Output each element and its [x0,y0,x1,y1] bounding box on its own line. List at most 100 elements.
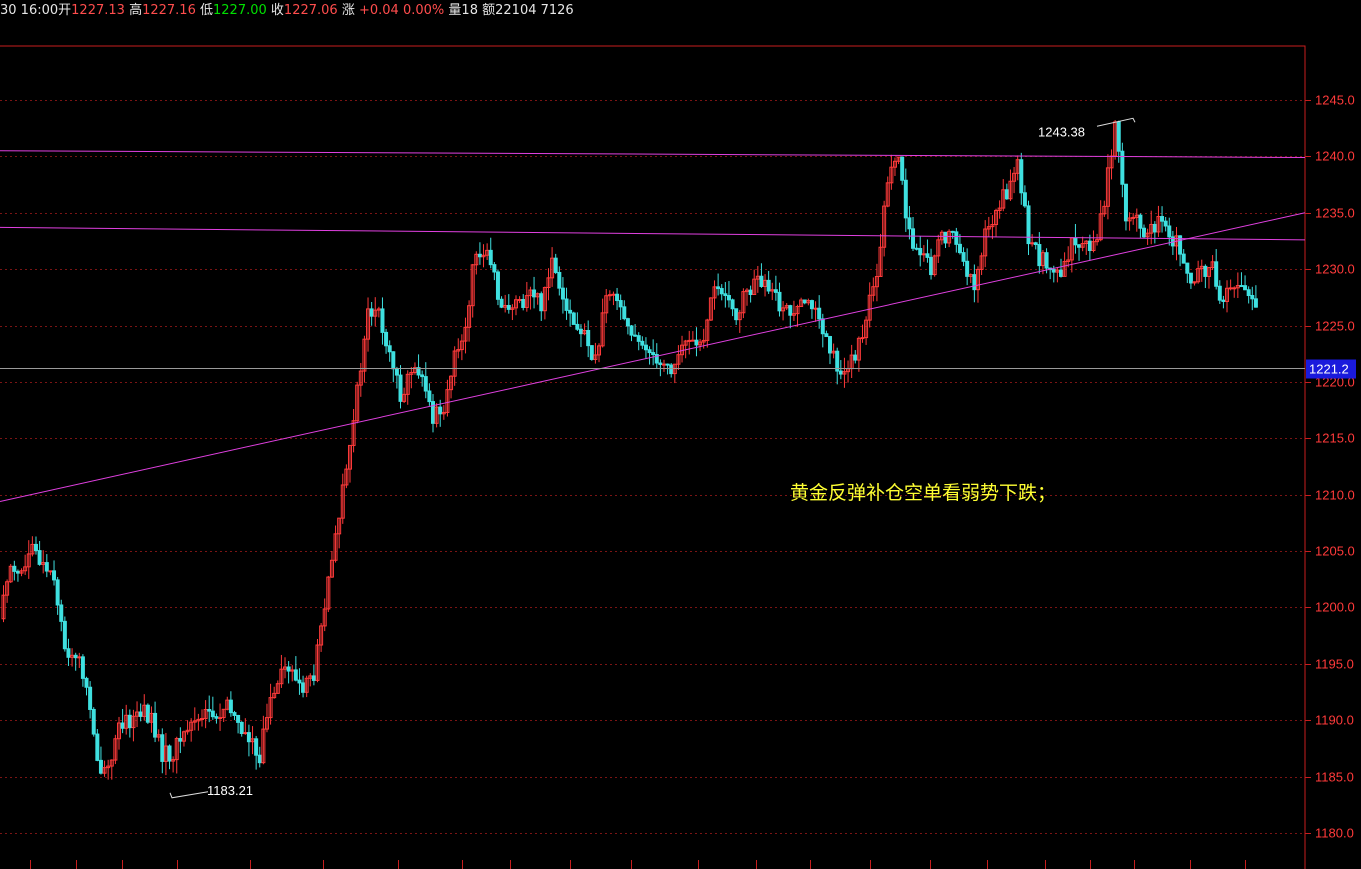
candle-body [1167,225,1172,238]
candle-body [726,295,731,301]
candle-body [1073,237,1078,246]
candle-body [297,679,302,684]
candle-body [1142,227,1147,238]
candle-body [398,374,403,402]
y-tick-label: 1185.0 [1315,770,1354,785]
candle-body [918,248,923,256]
y-tick-label: 1225.0 [1315,319,1355,334]
candle-body [394,368,399,376]
candle-body [1051,269,1056,273]
candle-body [813,307,818,310]
candle-body [12,565,17,572]
candle-body [723,293,728,297]
candle-body [759,275,764,287]
candle-body [636,335,641,342]
candle-body [925,253,930,258]
candle-body [1033,242,1038,246]
y-tick-label: 1245.0 [1315,93,1355,108]
candle-body [236,714,241,723]
candle-body [98,759,103,774]
candle-body [495,271,500,300]
y-tick-label: 1200.0 [1315,600,1355,615]
candle-body [1217,285,1222,301]
price-header-bar: 30 16:00开1227.13 高1227.16 低1227.00 收1227… [0,0,1361,22]
y-tick-label: 1205.0 [1315,544,1355,559]
candle-body [716,286,721,290]
candle-body [1203,265,1208,277]
candle-body [427,390,432,403]
candle-body [1163,220,1168,227]
candle-body [766,279,771,292]
header-volume-label: 量 [448,3,462,18]
header-low-value: 1227.00 [213,3,267,18]
candle-body [1138,214,1143,229]
candle-body [860,337,865,340]
candle-body [1232,287,1237,290]
candle-body [48,570,53,573]
header-change-value: +0.04 0.00% [358,3,445,18]
header-high-value: 1227.16 [142,3,196,18]
candle-body [387,345,392,353]
y-tick-label: 1215.0 [1315,431,1355,446]
candle-body [1253,298,1258,308]
candle-body [178,738,183,742]
candle-body [257,754,262,764]
candle-body [824,333,829,338]
candle-body [88,686,93,710]
candle-body [773,289,778,293]
candle-body [643,344,648,351]
header-open-label: 开 [58,3,72,18]
candle-body [578,328,583,335]
candle-body [622,306,627,320]
candle-body [1160,216,1165,222]
candle-body [665,363,670,366]
candle-body [239,721,244,735]
candle-body [391,351,396,370]
candle-body [1022,192,1027,207]
candle-body [730,299,735,310]
candle-body [1221,299,1226,302]
candle-body [954,231,959,245]
candle-body [853,354,858,361]
y-tick-label: 1210.0 [1315,488,1355,503]
candle-body [560,287,565,300]
candle-body [647,349,652,354]
candle-body [1181,253,1186,264]
candle-body [95,733,100,761]
low-leader-line [169,791,209,799]
candle-body [553,257,558,273]
candle-body [651,352,656,356]
candle-body [423,376,428,392]
header-amount-value: 22104 7126 [495,3,574,18]
low-price-label: 1183.21 [207,783,253,798]
candle-body [629,325,634,336]
candle-body [84,677,89,688]
candle-body [1152,223,1157,233]
candle-body [1087,240,1092,251]
candle-body [1058,269,1063,277]
candle-body [153,712,158,738]
candle-body [420,374,425,378]
candle-body [615,293,620,302]
candle-body [972,274,977,291]
candle-body [1026,205,1031,245]
candle-body [1188,272,1193,284]
candle-body [438,406,443,415]
candle-body [1228,287,1233,290]
candle-body [73,654,78,659]
candle-body [127,714,132,729]
candle-body [232,712,237,716]
y-tick-label: 1230.0 [1315,262,1355,277]
candle-body [1037,244,1042,267]
candle-body [661,363,666,366]
candle-body [1123,183,1128,222]
candle-body [828,336,833,354]
candle-body [539,293,544,312]
candle-body [80,656,85,679]
candle-body [817,307,822,320]
header-close-value: 1227.06 [283,3,338,18]
y-tick-label: 1190.0 [1315,713,1354,728]
candle-body [477,253,482,258]
candle-body [488,249,493,266]
candle-body [301,682,306,693]
